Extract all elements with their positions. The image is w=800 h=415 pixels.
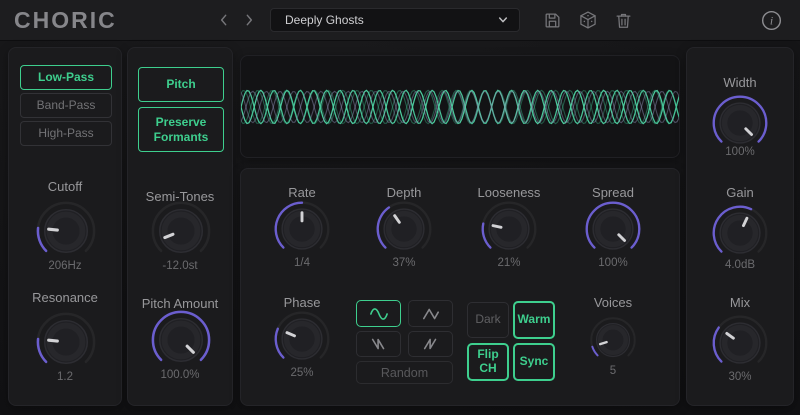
dark-label: Dark bbox=[475, 313, 500, 327]
sync-toggle-button[interactable]: Sync bbox=[513, 343, 555, 381]
dice-icon bbox=[578, 10, 598, 30]
pitch-toggle-button[interactable]: Pitch bbox=[138, 67, 224, 102]
semitones-value: -12.0st bbox=[128, 260, 232, 272]
looseness-value: 21% bbox=[459, 257, 559, 269]
plugin-window: CHORIC Deeply Ghosts bbox=[0, 0, 800, 415]
delete-preset-button[interactable] bbox=[610, 7, 636, 33]
prev-preset-button[interactable] bbox=[211, 7, 237, 33]
app-logo: CHORIC bbox=[14, 0, 117, 40]
mix-knob[interactable] bbox=[711, 314, 769, 372]
depth-label: Depth bbox=[354, 185, 454, 200]
cutoff-label: Cutoff bbox=[9, 179, 121, 194]
pitch-panel: Pitch Preserve Formants Semi-Tones -12.0… bbox=[127, 47, 233, 406]
looseness-label: Looseness bbox=[459, 185, 559, 200]
phase-label: Phase bbox=[252, 295, 352, 310]
flip-ch-label: Flip CH bbox=[477, 348, 498, 376]
wave-shape-sine-button[interactable] bbox=[356, 300, 401, 327]
depth-value: 37% bbox=[354, 257, 454, 269]
pitch-amount-knob[interactable] bbox=[150, 309, 212, 371]
resonance-label: Resonance bbox=[9, 290, 121, 305]
voices-value: 5 bbox=[563, 365, 663, 377]
info-icon: i bbox=[760, 9, 783, 32]
filter-mode-label: Band-Pass bbox=[37, 98, 96, 112]
filter-panel: Low-Pass Band-Pass High-Pass Cutoff 206H… bbox=[8, 47, 122, 406]
random-wave-button[interactable]: Random bbox=[356, 361, 453, 384]
save-preset-button[interactable] bbox=[539, 7, 565, 33]
chevron-right-icon bbox=[241, 12, 257, 28]
modulation-panel: Rate 1/4 Depth 37% Looseness 21% Spread … bbox=[240, 168, 680, 406]
depth-knob[interactable] bbox=[375, 200, 433, 258]
semitones-knob[interactable] bbox=[150, 200, 212, 262]
triangle-wave-icon bbox=[419, 305, 443, 323]
preset-selector[interactable]: Deeply Ghosts bbox=[270, 8, 520, 32]
sync-label: Sync bbox=[520, 355, 549, 369]
saw-up-wave-icon bbox=[419, 335, 443, 353]
sine-wave-icon bbox=[367, 305, 391, 323]
preserve-formants-button[interactable]: Preserve Formants bbox=[138, 107, 224, 152]
chevron-down-icon bbox=[497, 14, 509, 26]
wave-shape-triangle-button[interactable] bbox=[408, 300, 453, 327]
gain-value: 4.0dB bbox=[687, 259, 793, 271]
saw-down-wave-icon bbox=[367, 335, 391, 353]
preserve-formants-label: Preserve Formants bbox=[154, 115, 209, 144]
warm-label: Warm bbox=[518, 313, 551, 327]
resonance-knob[interactable] bbox=[35, 311, 97, 373]
spread-knob[interactable] bbox=[584, 200, 642, 258]
save-icon bbox=[543, 11, 562, 30]
filter-mode-high-pass-button[interactable]: High-Pass bbox=[20, 121, 112, 146]
voices-label: Voices bbox=[563, 295, 663, 310]
width-knob[interactable] bbox=[711, 94, 769, 152]
warm-toggle-button[interactable]: Warm bbox=[513, 301, 555, 339]
width-label: Width bbox=[687, 75, 793, 90]
resonance-value: 1.2 bbox=[9, 371, 121, 383]
next-preset-button[interactable] bbox=[236, 7, 262, 33]
spread-label: Spread bbox=[563, 185, 663, 200]
filter-mode-label: Low-Pass bbox=[38, 70, 94, 84]
flip-ch-toggle-button[interactable]: Flip CH bbox=[467, 343, 509, 381]
wave-shape-saw-up-button[interactable] bbox=[408, 331, 453, 357]
spread-value: 100% bbox=[563, 257, 663, 269]
svg-text:i: i bbox=[769, 13, 772, 27]
looseness-knob[interactable] bbox=[480, 200, 538, 258]
output-panel: Width 100% Gain 4.0dB Mix 30% bbox=[686, 47, 794, 406]
cutoff-value: 206Hz bbox=[9, 260, 121, 272]
rate-knob[interactable] bbox=[273, 200, 331, 258]
gain-label: Gain bbox=[687, 185, 793, 200]
phase-value: 25% bbox=[252, 367, 352, 379]
width-value: 100% bbox=[687, 146, 793, 158]
wave-shape-saw-down-button[interactable] bbox=[356, 331, 401, 357]
rate-value: 1/4 bbox=[252, 257, 352, 269]
waveform-display bbox=[240, 55, 680, 158]
cutoff-knob[interactable] bbox=[35, 200, 97, 262]
randomize-preset-button[interactable] bbox=[575, 7, 601, 33]
pitch-amount-value: 100.0% bbox=[128, 369, 232, 381]
voices-knob[interactable] bbox=[589, 316, 637, 364]
mix-value: 30% bbox=[687, 371, 793, 383]
dark-toggle-button[interactable]: Dark bbox=[467, 302, 509, 338]
pitch-toggle-label: Pitch bbox=[166, 77, 195, 91]
random-label: Random bbox=[381, 366, 428, 380]
filter-mode-label: High-Pass bbox=[38, 126, 93, 140]
filter-mode-low-pass-button[interactable]: Low-Pass bbox=[20, 65, 112, 90]
top-bar: CHORIC Deeply Ghosts bbox=[0, 0, 800, 41]
phase-knob[interactable] bbox=[273, 310, 331, 368]
chorus-waveform-visualization bbox=[241, 56, 679, 157]
trash-icon bbox=[614, 11, 633, 30]
filter-mode-band-pass-button[interactable]: Band-Pass bbox=[20, 93, 112, 118]
rate-label: Rate bbox=[252, 185, 352, 200]
chevron-left-icon bbox=[216, 12, 232, 28]
preset-name: Deeply Ghosts bbox=[285, 13, 364, 27]
gain-knob[interactable] bbox=[711, 204, 769, 262]
info-button[interactable]: i bbox=[758, 7, 784, 33]
mix-label: Mix bbox=[687, 295, 793, 310]
